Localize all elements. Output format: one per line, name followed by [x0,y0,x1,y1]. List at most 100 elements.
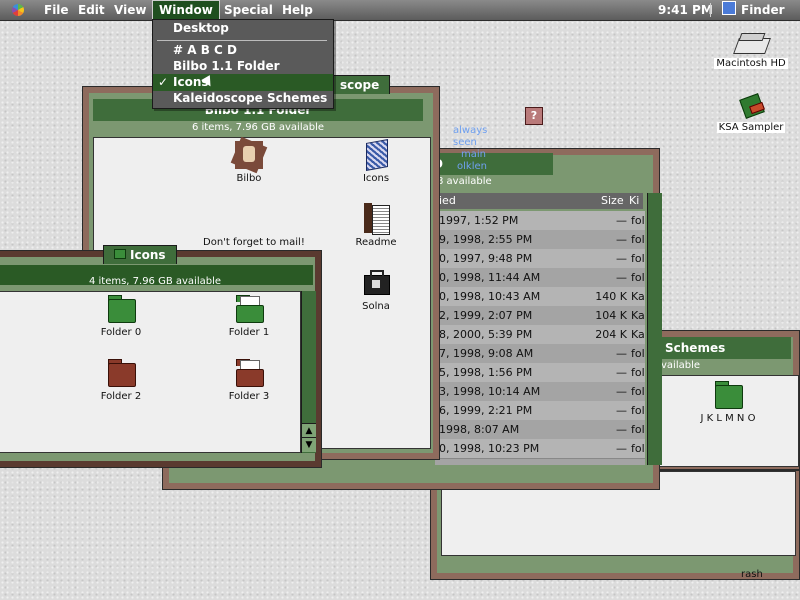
desktop-label: KSA Sampler [716,122,786,133]
menu-item-kaleidoscope-schemes[interactable]: Kaleidoscope Schemes [153,90,333,107]
column-size-header[interactable]: Size [601,193,624,212]
cell-kind: fol [631,442,645,455]
cell-size: — [616,366,627,379]
kaleidoscope-schemes-window[interactable]: Schemes vailable J K L M N O [640,330,800,470]
cell-size: — [616,233,627,246]
finder-icon [722,1,736,15]
application-name: Finder [741,3,785,17]
cell-kind: Ka [631,309,645,322]
menu-divider [157,40,327,41]
menu-file[interactable]: File [38,0,75,20]
scroll-up-button[interactable]: ▲ [302,423,316,438]
cell-size: — [616,214,627,227]
cell-date: 2, 1999, 2:07 PM [439,309,533,322]
table-row[interactable]: 2, 1999, 2:07 PM 104 K Ka [435,306,645,326]
menu-item-icons[interactable]: ✓ Icons [153,74,333,91]
folder-1[interactable]: Folder 1 [219,293,279,338]
document-icon [736,93,766,119]
scroll-down-button[interactable]: ▼ [302,437,316,452]
cell-date: 1998, 8:07 AM [439,423,520,436]
desktop-label: Macintosh HD [714,58,788,69]
cell-kind: fol [631,404,645,417]
table-row[interactable]: 0, 1998, 11:44 AM — fol [435,268,645,288]
apple-menu[interactable] [8,0,36,20]
cell-size: — [616,442,627,455]
table-row[interactable]: 1998, 8:07 AM — fol [435,420,645,440]
folder-icon [712,379,744,411]
table-row[interactable]: 9, 1998, 2:55 PM — fol [435,230,645,250]
list-body: 1997, 1:52 PM — fol 9, 1998, 2:55 PM — fol 0, … [435,211,645,465]
folder-2[interactable]: Folder 2 [91,357,151,402]
table-row[interactable]: 5, 1998, 1:56 PM — fol [435,363,645,383]
cell-kind: fol [631,423,645,436]
cell-date: 0, 1997, 9:48 PM [439,252,533,265]
folder-icon [105,293,137,325]
table-row[interactable]: 0, 1998, 10:23 PM — fol [435,439,645,459]
icons-scrollbar[interactable]: ▲ ▼ [301,291,316,453]
column-headers: ied Size Ki [435,193,643,209]
desktop-icon-ksa-sampler[interactable]: KSA Sampler [706,93,796,133]
folder-icon [233,357,265,389]
cell-size: 204 K [595,328,627,341]
table-row[interactable]: 3, 1998, 10:14 AM — fol [435,382,645,402]
window-info: vailable [661,360,701,371]
table-row[interactable]: 6, 1999, 2:21 PM — fol [435,401,645,421]
window-title-tab[interactable]: Icons [103,245,177,264]
window-info: 8 available [437,176,492,187]
cell-kind: fol [631,347,645,360]
cell-date: 9, 1998, 2:55 PM [439,233,533,246]
menu-special[interactable]: Special [218,0,279,20]
note-text: Don't forget to mail! [203,237,305,248]
cell-size: — [616,271,627,284]
file-icons[interactable]: Icons [346,139,406,184]
folder-icon [233,293,265,325]
folder-3[interactable]: Folder 3 [219,357,279,402]
briefcase-icon [360,267,392,299]
cell-date: 5, 1998, 1:56 PM [439,366,533,379]
menu-help[interactable]: Help [276,0,319,20]
application-menu[interactable]: Finder [716,0,791,20]
cell-date: 6, 1999, 2:21 PM [439,404,533,417]
menu-clock[interactable]: 9:41 PM [652,0,719,20]
cell-date: 0, 1998, 10:23 PM [439,442,540,455]
cell-date: 1997, 1:52 PM [439,214,519,227]
menu-edit[interactable]: Edit [72,0,111,20]
window-menu-dropdown: Desktop # A B C D Bilbo 1.1 Folder ✓ Ico… [152,19,334,109]
help-text: always seen main olklen [453,125,488,172]
cell-kind: fol [631,233,645,246]
cell-size: — [616,385,627,398]
folder-jklmno[interactable]: J K L M N O [693,379,763,424]
table-row[interactable]: 8, 2000, 5:39 PM 204 K Ka [435,325,645,345]
cell-kind: fol [631,366,645,379]
cell-size: 104 K [595,309,627,322]
cell-kind: fol [631,271,645,284]
folder-icon [114,249,126,259]
folder-0[interactable]: Folder 0 [91,293,151,338]
file-bilbo[interactable]: Bilbo [219,136,279,184]
file-solna[interactable]: Solna [346,267,406,312]
menu-item-desktop[interactable]: Desktop [153,20,333,37]
menu-view[interactable]: View [108,0,152,20]
menu-item-abcd[interactable]: # A B C D [153,42,333,59]
column-kind-header[interactable]: Ki [629,193,639,212]
list-scrollbar[interactable] [647,193,662,465]
window-title: D [433,153,553,175]
hard-disk-icon [733,30,771,56]
trash-fragment: rash [741,569,763,580]
document-icon [360,139,392,171]
table-row[interactable]: 0, 1998, 10:43 AM 140 K Ka [435,287,645,307]
table-row[interactable]: 1997, 1:52 PM — fol [435,211,645,231]
help-button[interactable]: ? [525,107,543,125]
icons-window[interactable]: Icons 4 items, 7.96 GB available ▲ ▼ Fol… [0,245,322,468]
file-readme[interactable]: Readme [346,203,406,248]
window-title: Schemes [641,337,791,359]
menu-item-bilbo-folder[interactable]: Bilbo 1.1 Folder [153,58,333,75]
cell-kind: Ka [631,290,645,303]
window-info: 6 items, 7.96 GB available [191,122,325,133]
readme-icon [360,203,392,235]
desktop-icon-macintosh-hd[interactable]: Macintosh HD [706,30,796,69]
table-row[interactable]: 0, 1997, 9:48 PM — fol [435,249,645,269]
table-row[interactable]: 7, 1998, 9:08 AM — fol [435,344,645,364]
column-date-header[interactable]: ied [439,193,456,212]
cell-kind: fol [631,214,645,227]
